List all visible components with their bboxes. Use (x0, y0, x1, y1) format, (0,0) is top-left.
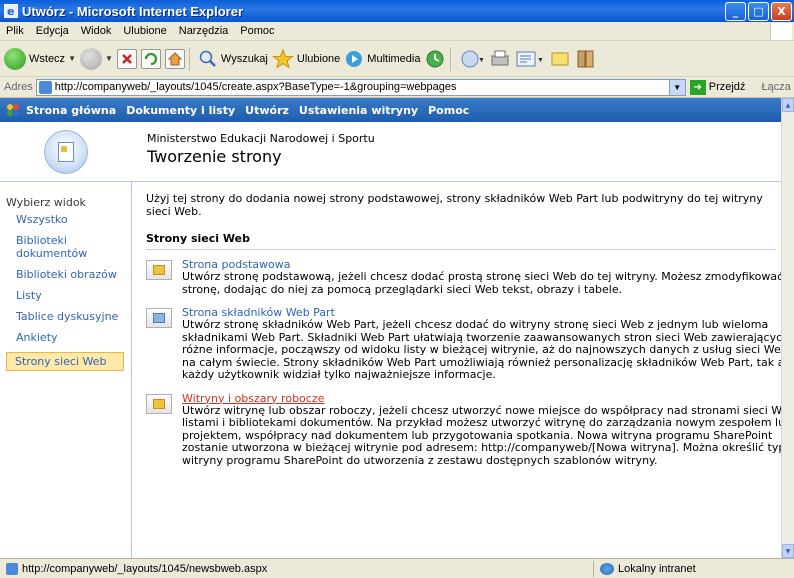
chevron-down-icon: ▼ (104, 54, 113, 63)
back-button[interactable]: Wstecz ▼ (4, 47, 76, 70)
svg-text:e: e (7, 5, 14, 18)
links-button[interactable]: Łącza (761, 81, 790, 93)
refresh-icon[interactable] (140, 48, 161, 69)
address-label: Adres (4, 81, 33, 93)
menu-bar: Plik Edycja Widok Ulubione Narzędzia Pom… (0, 22, 794, 41)
address-url: http://companyweb/_layouts/1045/create.a… (54, 81, 457, 93)
history-icon[interactable] (424, 48, 446, 70)
page-icon (38, 80, 52, 94)
web-part-page-description: Utwórz stronę składników Web Part, jeżel… (182, 318, 781, 381)
nav-documents-lists[interactable]: Dokumenty i listy (126, 104, 235, 117)
go-button[interactable]: Przejdź (709, 81, 746, 93)
search-icon (199, 50, 216, 67)
menu-file[interactable]: Plik (0, 25, 30, 37)
mail-icon[interactable]: ▼ (459, 48, 485, 70)
list-item: Witryny i obszary robocze Utwórz witrynę… (146, 392, 781, 468)
scroll-up-icon[interactable]: ▲ (782, 98, 794, 112)
left-nav-item-discussion-boards[interactable]: Tablice dyskusyjne (16, 310, 126, 323)
page-title: Tworzenie strony (147, 147, 282, 166)
site-logo-icon (44, 129, 88, 174)
nav-create[interactable]: Utwórz (245, 104, 289, 117)
menu-edit[interactable]: Edycja (30, 25, 75, 37)
nav-home[interactable]: Strona główna (26, 104, 116, 117)
print-icon[interactable] (489, 48, 511, 70)
basic-page-description: Utwórz stronę podstawową, jeżeli chcesz … (182, 270, 781, 296)
menu-view[interactable]: Widok (75, 25, 118, 37)
star-icon (271, 48, 294, 69)
left-nav-item-surveys[interactable]: Ankiety (16, 331, 126, 344)
media-label: Multimedia (367, 52, 421, 65)
maximize-button[interactable]: □ (748, 2, 769, 21)
messenger-icon[interactable] (575, 48, 597, 70)
left-nav-heading: Wybierz widok (6, 196, 86, 209)
status-bar: http://companyweb/_layouts/1045/newsbweb… (0, 558, 794, 578)
favorites-label: Ulubione (296, 52, 341, 65)
sharepoint-top-nav: Strona główna Dokumenty i listy Utwórz U… (0, 98, 781, 122)
media-icon (346, 50, 363, 67)
toolbar: Wstecz ▼ ▼ Wyszukaj Ulubione Multimedia … (0, 41, 794, 77)
security-zone: Lokalny intranet (593, 561, 794, 577)
nav-site-settings[interactable]: Ustawienia witryny (299, 104, 418, 117)
menu-tools[interactable]: Narzędzia (173, 25, 235, 37)
discuss-icon[interactable] (549, 48, 571, 70)
favorites-button[interactable]: Ulubione (271, 48, 341, 70)
back-label: Wstecz (29, 52, 66, 65)
svg-text:▼: ▼ (478, 57, 485, 64)
zone-label: Lokalny intranet (618, 563, 696, 575)
web-part-page-icon[interactable] (146, 308, 172, 328)
vertical-scrollbar[interactable]: ▲ ▼ (781, 98, 794, 558)
intranet-zone-icon (600, 563, 614, 575)
media-button[interactable]: Multimedia (344, 49, 420, 69)
address-input[interactable]: http://companyweb/_layouts/1045/create.a… (35, 78, 686, 96)
search-button[interactable]: Wyszukaj (198, 49, 268, 69)
window-title-bar[interactable]: e Utwórz - Microsoft Internet Explorer _… (0, 0, 794, 22)
chevron-down-icon[interactable]: ▼ (668, 79, 685, 95)
page-content: Strona główna Dokumenty i listy Utwórz U… (0, 98, 781, 558)
window-title: Utwórz - Microsoft Internet Explorer (22, 3, 244, 19)
left-nav-item-document-libraries[interactable]: Biblioteki dokumentów (16, 234, 126, 260)
windows-logo-icon (770, 23, 792, 40)
menu-help[interactable]: Pomoc (234, 25, 280, 37)
sites-workspaces-icon[interactable] (146, 393, 172, 414)
list-item: Strona podstawowa Utwórz stronę podstawo… (146, 258, 781, 296)
svg-text:▼: ▼ (537, 57, 544, 64)
go-arrow-icon[interactable]: ➜ (689, 79, 706, 95)
status-url: http://companyweb/_layouts/1045/newsbweb… (22, 562, 268, 575)
scroll-down-icon[interactable]: ▼ (782, 544, 794, 558)
section-heading: Strony sieci Web (146, 232, 776, 250)
ie-logo-icon: e (4, 4, 18, 18)
main-content: Użyj tej strony do dodania nowej strony … (146, 182, 781, 468)
forward-arrow-icon (79, 47, 102, 70)
left-nav: Wybierz widok Wszystko Biblioteki dokume… (0, 182, 132, 558)
chevron-down-icon: ▼ (68, 54, 76, 63)
list-item: Strona składników Web Part Utwórz stronę… (146, 306, 781, 382)
page-header: Ministerstwo Edukacji Narodowej i Sportu… (0, 122, 781, 182)
sites-workspaces-description: Utwórz witrynę lub obszar roboczy, jeżel… (182, 403, 781, 467)
sites-workspaces-link[interactable]: Witryny i obszary robocze (182, 392, 776, 405)
home-icon[interactable] (164, 48, 185, 69)
left-nav-item-lists[interactable]: Listy (16, 289, 126, 302)
stop-icon[interactable] (116, 48, 137, 69)
back-arrow-icon (4, 47, 26, 70)
address-bar: Adres http://companyweb/_layouts/1045/cr… (0, 77, 794, 98)
page-icon (6, 562, 18, 575)
search-label: Wyszukaj (220, 52, 268, 65)
menu-favorites[interactable]: Ulubione (117, 25, 172, 37)
intro-text: Użyj tej strony do dodania nowej strony … (146, 192, 763, 218)
left-nav-item-all[interactable]: Wszystko (16, 213, 126, 226)
nav-help[interactable]: Pomoc (428, 104, 469, 117)
sharepoint-logo-icon (7, 104, 19, 116)
site-name[interactable]: Ministerstwo Edukacji Narodowej i Sportu (147, 132, 375, 145)
minimize-button[interactable]: _ (725, 2, 746, 21)
edit-icon[interactable]: ▼ (515, 48, 545, 70)
basic-page-icon[interactable] (146, 260, 172, 280)
left-nav-item-web-pages[interactable]: Strony sieci Web (6, 352, 124, 371)
left-nav-item-picture-libraries[interactable]: Biblioteki obrazów (16, 268, 126, 281)
close-button[interactable]: X (771, 2, 792, 21)
forward-button[interactable]: ▼ (79, 47, 113, 70)
